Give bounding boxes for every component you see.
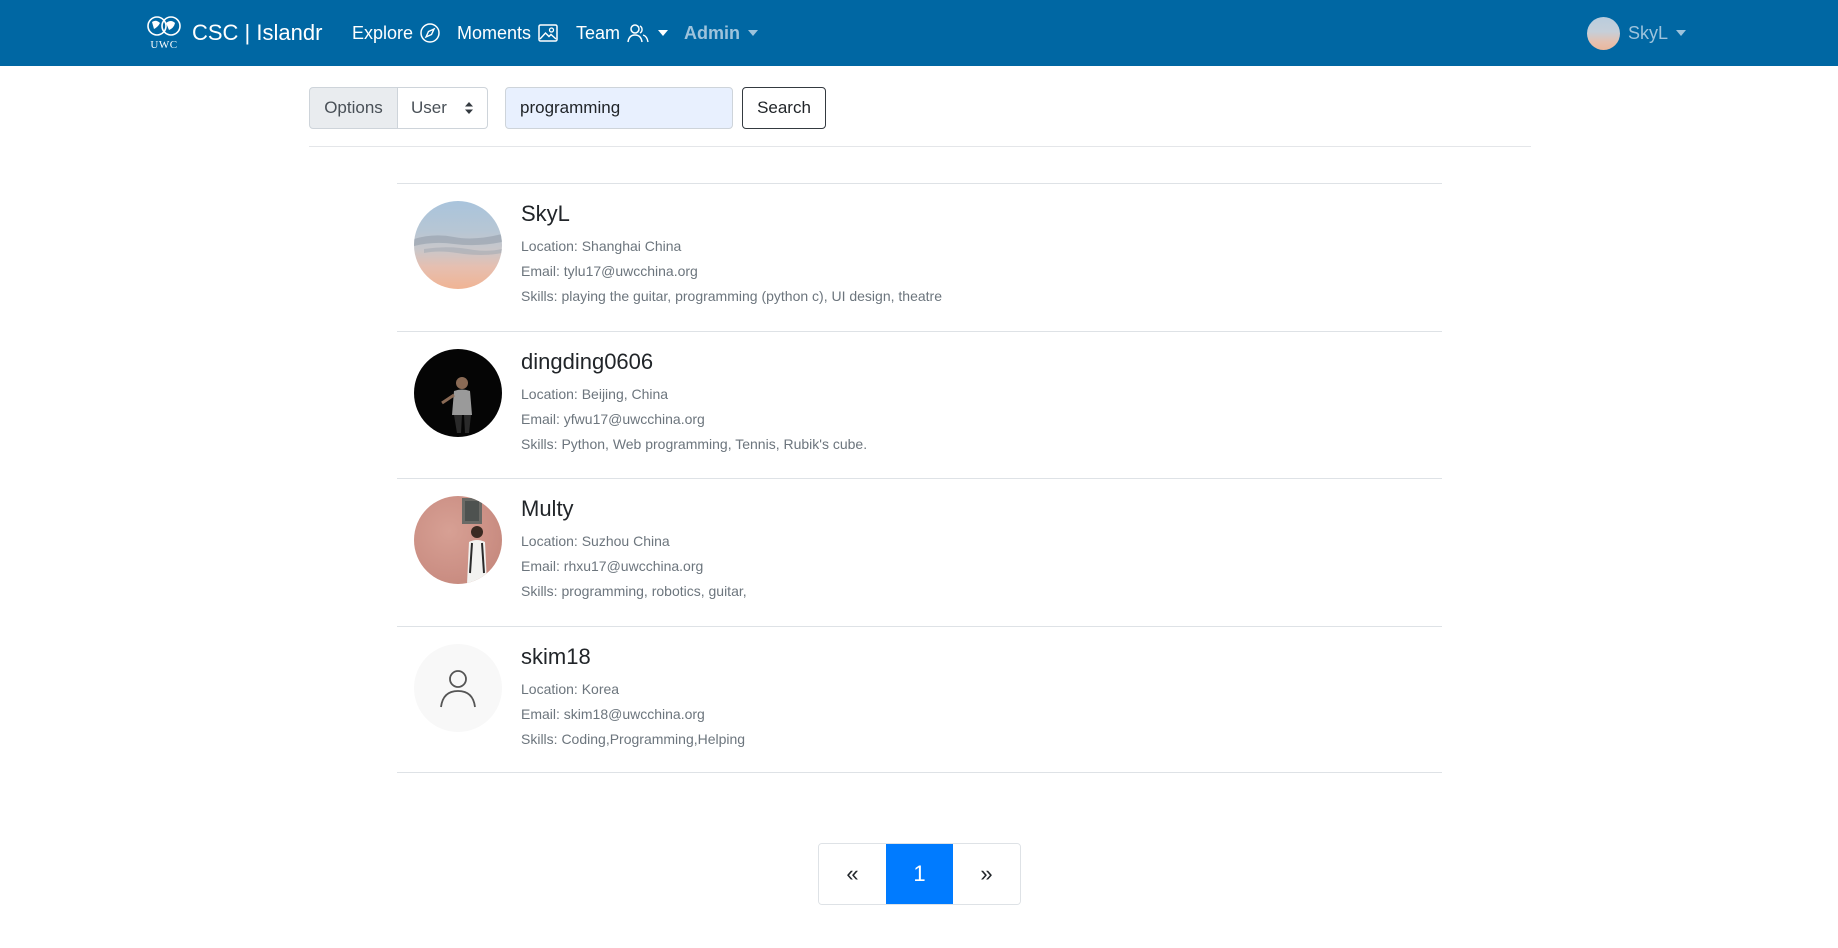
person-photo-image xyxy=(441,376,472,433)
list-item[interactable]: skim18 Location: Korea Email: skim18@uwc… xyxy=(397,625,1442,773)
nav-admin-label: Admin xyxy=(684,22,740,43)
user-email: Email: tylu17@uwcchina.org xyxy=(521,263,698,279)
nav-moments-label: Moments xyxy=(457,22,532,43)
brand-title: CSC | Islandr xyxy=(192,20,323,45)
user-results-list: SkyL Location: Shanghai China Email: tyl… xyxy=(397,183,1442,773)
logo-text: UWC xyxy=(150,39,178,51)
nav-moments[interactable]: Moments xyxy=(457,0,559,66)
user-email: Email: skim18@uwcchina.org xyxy=(521,705,705,722)
divider xyxy=(309,146,1531,147)
list-item[interactable]: dingding0606 Location: Beijing, China Em… xyxy=(397,330,1442,479)
image-icon xyxy=(538,24,558,42)
list-item[interactable]: SkyL Location: Shanghai China Email: tyl… xyxy=(397,183,1442,331)
list-item[interactable]: Multy Location: Suzhou China Email: rhxu… xyxy=(397,478,1442,626)
search-type-select[interactable]: User xyxy=(398,87,488,129)
people-icon xyxy=(627,24,649,43)
chevron-down-icon xyxy=(658,30,669,36)
search-button[interactable]: Search xyxy=(742,87,826,129)
compass-icon xyxy=(420,23,440,43)
brand-link[interactable]: UWC CSC | Islandr xyxy=(146,13,322,53)
options-label: Options xyxy=(309,87,398,129)
nav-admin-dropdown[interactable]: Admin xyxy=(684,0,758,66)
user-email: Email: rhxu17@uwcchina.org xyxy=(521,558,704,574)
avatar[interactable] xyxy=(414,348,502,437)
nav-team-label: Team xyxy=(576,22,621,43)
avatar xyxy=(1587,16,1620,50)
avatar[interactable] xyxy=(414,201,502,289)
top-navbar: UWC CSC | Islandr Explore Moments Team A… xyxy=(0,0,1838,66)
user-email: Email: yfwu17@uwcchina.org xyxy=(521,410,705,427)
avatar[interactable] xyxy=(414,643,502,732)
chevron-down-icon xyxy=(1676,30,1687,36)
user-location: Location: Shanghai China xyxy=(521,238,682,254)
globe-icon xyxy=(147,16,181,36)
user-placeholder-icon xyxy=(440,669,476,707)
search-type-value: User xyxy=(411,98,447,117)
user-menu-dropdown[interactable]: SkyL xyxy=(1587,0,1687,66)
user-name[interactable]: dingding0606 xyxy=(521,349,653,375)
user-skills: Skills: playing the guitar, programming … xyxy=(521,288,942,304)
pagination: « 1 » xyxy=(818,843,1021,905)
search-options-group: Options User xyxy=(309,87,488,129)
user-name[interactable]: SkyL xyxy=(521,201,570,227)
user-name[interactable]: Multy xyxy=(521,496,574,522)
user-skills: Skills: Coding,Programming,Helping xyxy=(521,730,746,747)
page-prev-button[interactable]: « xyxy=(819,844,886,904)
page-next-button[interactable]: » xyxy=(953,844,1020,904)
sky-photo-image xyxy=(414,234,502,255)
chevron-down-icon xyxy=(748,30,758,36)
user-location: Location: Beijing, China xyxy=(521,385,669,402)
user-location: Location: Korea xyxy=(521,680,620,697)
nav-explore-label: Explore xyxy=(352,22,414,43)
user-name: SkyL xyxy=(1628,22,1669,43)
user-skills: Skills: programming, robotics, guitar, xyxy=(521,583,747,599)
avatar[interactable] xyxy=(414,496,502,584)
user-location: Location: Suzhou China xyxy=(521,533,670,549)
select-arrows-icon xyxy=(465,102,473,114)
nav-team-dropdown[interactable]: Team xyxy=(576,0,669,66)
person-photo-image xyxy=(462,498,487,584)
user-skills: Skills: Python, Web programming, Tennis,… xyxy=(521,435,868,452)
page-1-button[interactable]: 1 xyxy=(886,844,953,904)
uwc-logo: UWC xyxy=(146,13,182,53)
user-name[interactable]: skim18 xyxy=(521,644,591,670)
nav-explore[interactable]: Explore xyxy=(352,0,441,66)
search-input[interactable] xyxy=(505,87,733,129)
